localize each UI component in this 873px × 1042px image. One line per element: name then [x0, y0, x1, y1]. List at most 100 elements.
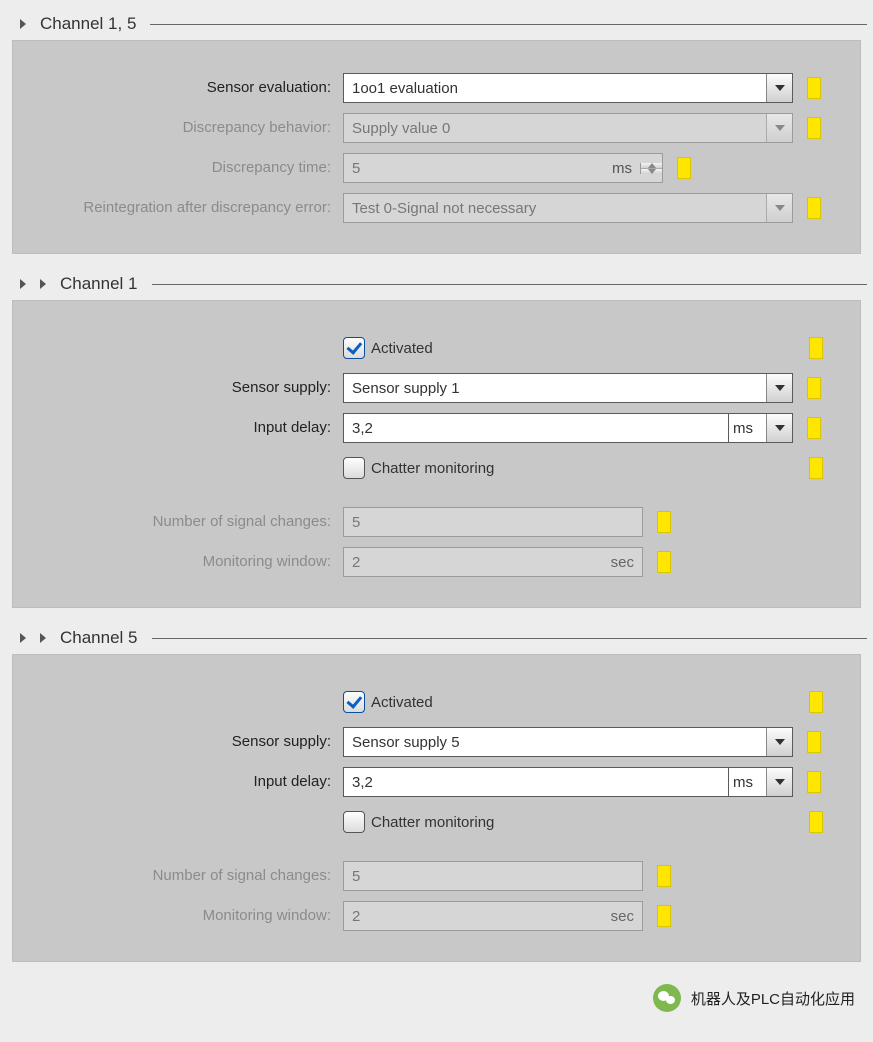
dropdown-value: 3,2 — [344, 774, 728, 791]
rule — [150, 24, 867, 25]
row-reintegration: Reintegration after discrepancy error: T… — [33, 191, 840, 225]
change-flag-icon — [807, 77, 821, 99]
dropdown-value: Sensor supply 5 — [344, 734, 766, 751]
row-number-signal-changes: Number of signal changes: 5 — [33, 859, 840, 893]
checkbox-label: Chatter monitoring — [371, 460, 494, 477]
input-delay-unit-dropdown[interactable]: ms — [729, 413, 793, 443]
row-monitoring-window: Monitoring window: 2 sec — [33, 899, 840, 933]
change-flag-icon — [809, 337, 823, 359]
dropdown-value: 3,2 — [344, 420, 728, 437]
change-flag-icon — [809, 457, 823, 479]
input-delay-value-dropdown[interactable]: 3,2 — [343, 413, 729, 443]
row-chatter-monitoring: Chatter monitoring — [33, 451, 840, 485]
spinner-unit: ms — [604, 160, 640, 177]
chevron-down-icon[interactable] — [766, 768, 792, 796]
dropdown-value: 1oo1 evaluation — [344, 80, 766, 97]
chevron-down-icon[interactable] — [766, 74, 792, 102]
change-flag-icon — [657, 551, 671, 573]
expand-icon — [20, 279, 26, 289]
label: Sensor supply: — [33, 734, 343, 751]
row-number-signal-changes: Number of signal changes: 5 — [33, 505, 840, 539]
activated-checkbox[interactable] — [343, 691, 365, 713]
label: Input delay: — [33, 774, 343, 791]
row-chatter-monitoring: Chatter monitoring — [33, 805, 840, 839]
chatter-monitoring-checkbox[interactable] — [343, 457, 365, 479]
activated-checkbox[interactable] — [343, 337, 365, 359]
expand-icon — [40, 633, 46, 643]
row-activated: Activated — [33, 685, 840, 719]
change-flag-icon — [807, 417, 821, 439]
section-header[interactable]: Channel 5 — [0, 624, 873, 654]
row-input-delay: Input delay: 3,2 ms — [33, 765, 840, 799]
label: Discrepancy time: — [33, 160, 343, 177]
row-sensor-supply: Sensor supply: Sensor supply 1 — [33, 371, 840, 405]
chevron-down-icon — [766, 194, 792, 222]
signal-changes-field: 5 — [343, 861, 643, 891]
chevron-down-icon[interactable] — [766, 414, 792, 442]
expand-icon — [20, 19, 26, 29]
dropdown-value: ms — [729, 774, 766, 791]
section-header[interactable]: Channel 1, 5 — [0, 10, 873, 40]
change-flag-icon — [657, 905, 671, 927]
watermark: 机器人及PLC自动化应用 — [0, 978, 873, 1024]
section-channel-1: Channel 1 Activated Sensor supply: Senso… — [0, 270, 873, 608]
section-body: Activated Sensor supply: Sensor supply 5… — [12, 654, 861, 962]
label: Discrepancy behavior: — [33, 120, 343, 137]
field-value: 5 — [352, 514, 360, 531]
label: Monitoring window: — [33, 554, 343, 571]
input-delay-value-dropdown[interactable]: 3,2 — [343, 767, 729, 797]
chevron-down-icon[interactable] — [766, 374, 792, 402]
change-flag-icon — [807, 117, 821, 139]
field-value: 2 — [352, 554, 360, 571]
label: Sensor evaluation: — [33, 80, 343, 97]
chatter-monitoring-checkbox[interactable] — [343, 811, 365, 833]
label: Monitoring window: — [33, 908, 343, 925]
row-sensor-supply: Sensor supply: Sensor supply 5 — [33, 725, 840, 759]
change-flag-icon — [807, 197, 821, 219]
checkbox-label: Activated — [371, 340, 433, 357]
checkbox-label: Chatter monitoring — [371, 814, 494, 831]
field-value: 2 — [352, 908, 360, 925]
section-header[interactable]: Channel 1 — [0, 270, 873, 300]
watermark-text: 机器人及PLC自动化应用 — [691, 988, 855, 1009]
sensor-evaluation-dropdown[interactable]: 1oo1 evaluation — [343, 73, 793, 103]
section-title: Channel 5 — [60, 628, 138, 648]
discrepancy-time-spinner: 5 ms — [343, 153, 663, 183]
label: Number of signal changes: — [33, 514, 343, 531]
dropdown-value: ms — [729, 420, 766, 437]
change-flag-icon — [807, 771, 821, 793]
section-body: Sensor evaluation: 1oo1 evaluation Discr… — [12, 40, 861, 254]
checkbox-label: Activated — [371, 694, 433, 711]
change-flag-icon — [807, 377, 821, 399]
chevron-down-icon[interactable] — [766, 728, 792, 756]
label: Sensor supply: — [33, 380, 343, 397]
row-discrepancy-behavior: Discrepancy behavior: Supply value 0 — [33, 111, 840, 145]
dropdown-value: Sensor supply 1 — [344, 380, 766, 397]
spinner-down-icon — [641, 169, 662, 174]
row-activated: Activated — [33, 331, 840, 365]
section-body: Activated Sensor supply: Sensor supply 1… — [12, 300, 861, 608]
row-discrepancy-time: Discrepancy time: 5 ms — [33, 151, 840, 185]
row-sensor-evaluation: Sensor evaluation: 1oo1 evaluation — [33, 71, 840, 105]
field-unit: sec — [603, 908, 634, 925]
field-unit: sec — [603, 554, 634, 571]
spinner-value: 5 — [344, 160, 604, 177]
change-flag-icon — [657, 865, 671, 887]
change-flag-icon — [809, 691, 823, 713]
dropdown-value: Supply value 0 — [344, 120, 766, 137]
dropdown-value: Test 0-Signal not necessary — [344, 200, 766, 217]
input-delay-unit-dropdown[interactable]: ms — [729, 767, 793, 797]
rule — [152, 638, 867, 639]
section-channel-1-5: Channel 1, 5 Sensor evaluation: 1oo1 eva… — [0, 10, 873, 254]
field-value: 5 — [352, 868, 360, 885]
label: Reintegration after discrepancy error: — [33, 199, 343, 216]
label: Number of signal changes: — [33, 868, 343, 885]
rule — [152, 284, 867, 285]
sensor-supply-dropdown[interactable]: Sensor supply 5 — [343, 727, 793, 757]
label: Input delay: — [33, 420, 343, 437]
monitoring-window-field: 2 sec — [343, 547, 643, 577]
sensor-supply-dropdown[interactable]: Sensor supply 1 — [343, 373, 793, 403]
chevron-down-icon — [766, 114, 792, 142]
section-title: Channel 1 — [60, 274, 138, 294]
discrepancy-behavior-dropdown: Supply value 0 — [343, 113, 793, 143]
